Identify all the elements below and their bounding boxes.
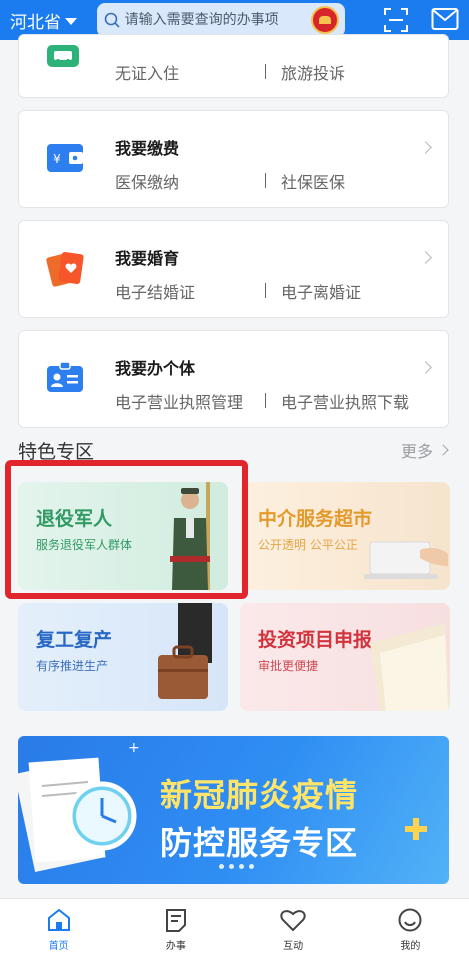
tile-investment[interactable]: 投资项目申报 审批更便捷: [240, 603, 450, 711]
service-option-right[interactable]: 旅游投诉: [281, 60, 345, 84]
tile-subtitle: 公开透明 公平公正: [258, 538, 358, 552]
plus-icon: [405, 818, 427, 840]
banner-line-1: 新冠肺炎疫情: [160, 776, 359, 814]
tile-subtitle: 有序推进生产: [36, 659, 109, 673]
search-icon: [104, 12, 120, 28]
tile-title: 中介服务超市: [258, 508, 373, 530]
bottom-nav: 首页 办事 互动 我的: [0, 898, 469, 961]
nav-label: 我的: [400, 941, 421, 952]
service-option-right[interactable]: 电子离婚证: [281, 279, 361, 303]
laptop-illustration-icon: [364, 541, 448, 579]
chevron-right-icon: [419, 141, 432, 154]
profile-icon: [398, 908, 422, 932]
mail-icon[interactable]: [431, 7, 459, 31]
card-title: 我要缴费: [115, 139, 180, 158]
nav-label: 办事: [165, 941, 186, 952]
service-option-left[interactable]: 医保缴纳: [115, 169, 179, 193]
search-input[interactable]: [124, 12, 295, 28]
svg-text:¥: ¥: [53, 152, 61, 166]
nav-interaction[interactable]: 互动: [235, 899, 352, 961]
banner-line-2: 防控服务专区: [160, 824, 359, 862]
tile-resume-work[interactable]: 复工复产 有序推进生产: [18, 603, 228, 711]
service-card-accommodation[interactable]: 无证入住 旅游投诉: [18, 34, 449, 98]
caret-down-icon: [65, 17, 77, 25]
clock-illustration-icon: +: [18, 740, 140, 872]
divider: [265, 173, 266, 188]
more-label: 更多: [400, 442, 433, 461]
more-link[interactable]: 更多: [400, 438, 449, 462]
nav-home[interactable]: 首页: [0, 899, 117, 961]
divider: [265, 393, 266, 408]
tile-subtitle: 审批更便捷: [258, 659, 319, 673]
book-illustration-icon: [370, 623, 450, 711]
nav-services[interactable]: 办事: [117, 899, 234, 961]
service-option-left[interactable]: 电子结婚证: [115, 279, 195, 303]
region-label: 河北省: [10, 12, 61, 33]
tile-agency-market[interactable]: 中介服务超市 公开透明 公平公正: [240, 482, 450, 590]
service-option-left[interactable]: 电子营业执照管理: [115, 389, 243, 413]
svg-text:+: +: [128, 740, 140, 756]
chevron-right-icon: [419, 251, 432, 264]
divider: [265, 64, 266, 79]
epidemic-banner[interactable]: + 新冠肺炎疫情 防控服务专区: [18, 736, 449, 884]
wallet-icon: ¥: [47, 144, 83, 172]
document-icon: [165, 909, 186, 932]
service-card-marriage[interactable]: 我要婚育 电子结婚证 电子离婚证: [18, 220, 449, 318]
service-option-right[interactable]: 社保医保: [281, 169, 345, 193]
card-title: 我要婚育: [115, 249, 180, 268]
divider: [265, 283, 266, 298]
heart-icon: [280, 910, 306, 932]
national-emblem-icon: [311, 6, 339, 34]
service-option-right[interactable]: 电子营业执照下载: [281, 389, 409, 413]
id-card-icon: [47, 361, 83, 392]
tile-title: 复工复产: [36, 629, 113, 651]
search-box[interactable]: [96, 3, 345, 37]
nav-profile[interactable]: 我的: [352, 899, 469, 961]
chevron-right-icon: [419, 361, 432, 374]
car-card-icon: [47, 45, 79, 67]
scan-icon[interactable]: [383, 7, 409, 33]
card-title: 我要办个体: [115, 359, 196, 378]
service-option-left[interactable]: 无证入住: [115, 60, 179, 84]
service-card-payment[interactable]: ¥ 我要缴费 医保缴纳 社保医保: [18, 110, 449, 208]
chevron-right-icon: [437, 444, 449, 456]
carousel-dots: [219, 864, 254, 869]
home-icon: [47, 908, 70, 931]
region-selector[interactable]: 河北省: [10, 8, 97, 33]
briefcase-illustration-icon: [158, 603, 212, 699]
service-card-business[interactable]: 我要办个体 电子营业执照管理 电子营业执照下载: [18, 330, 449, 428]
nav-label: 互动: [283, 941, 304, 952]
heart-cards-icon: [46, 252, 84, 287]
highlight-box: [5, 460, 248, 599]
nav-label: 首页: [48, 941, 69, 952]
